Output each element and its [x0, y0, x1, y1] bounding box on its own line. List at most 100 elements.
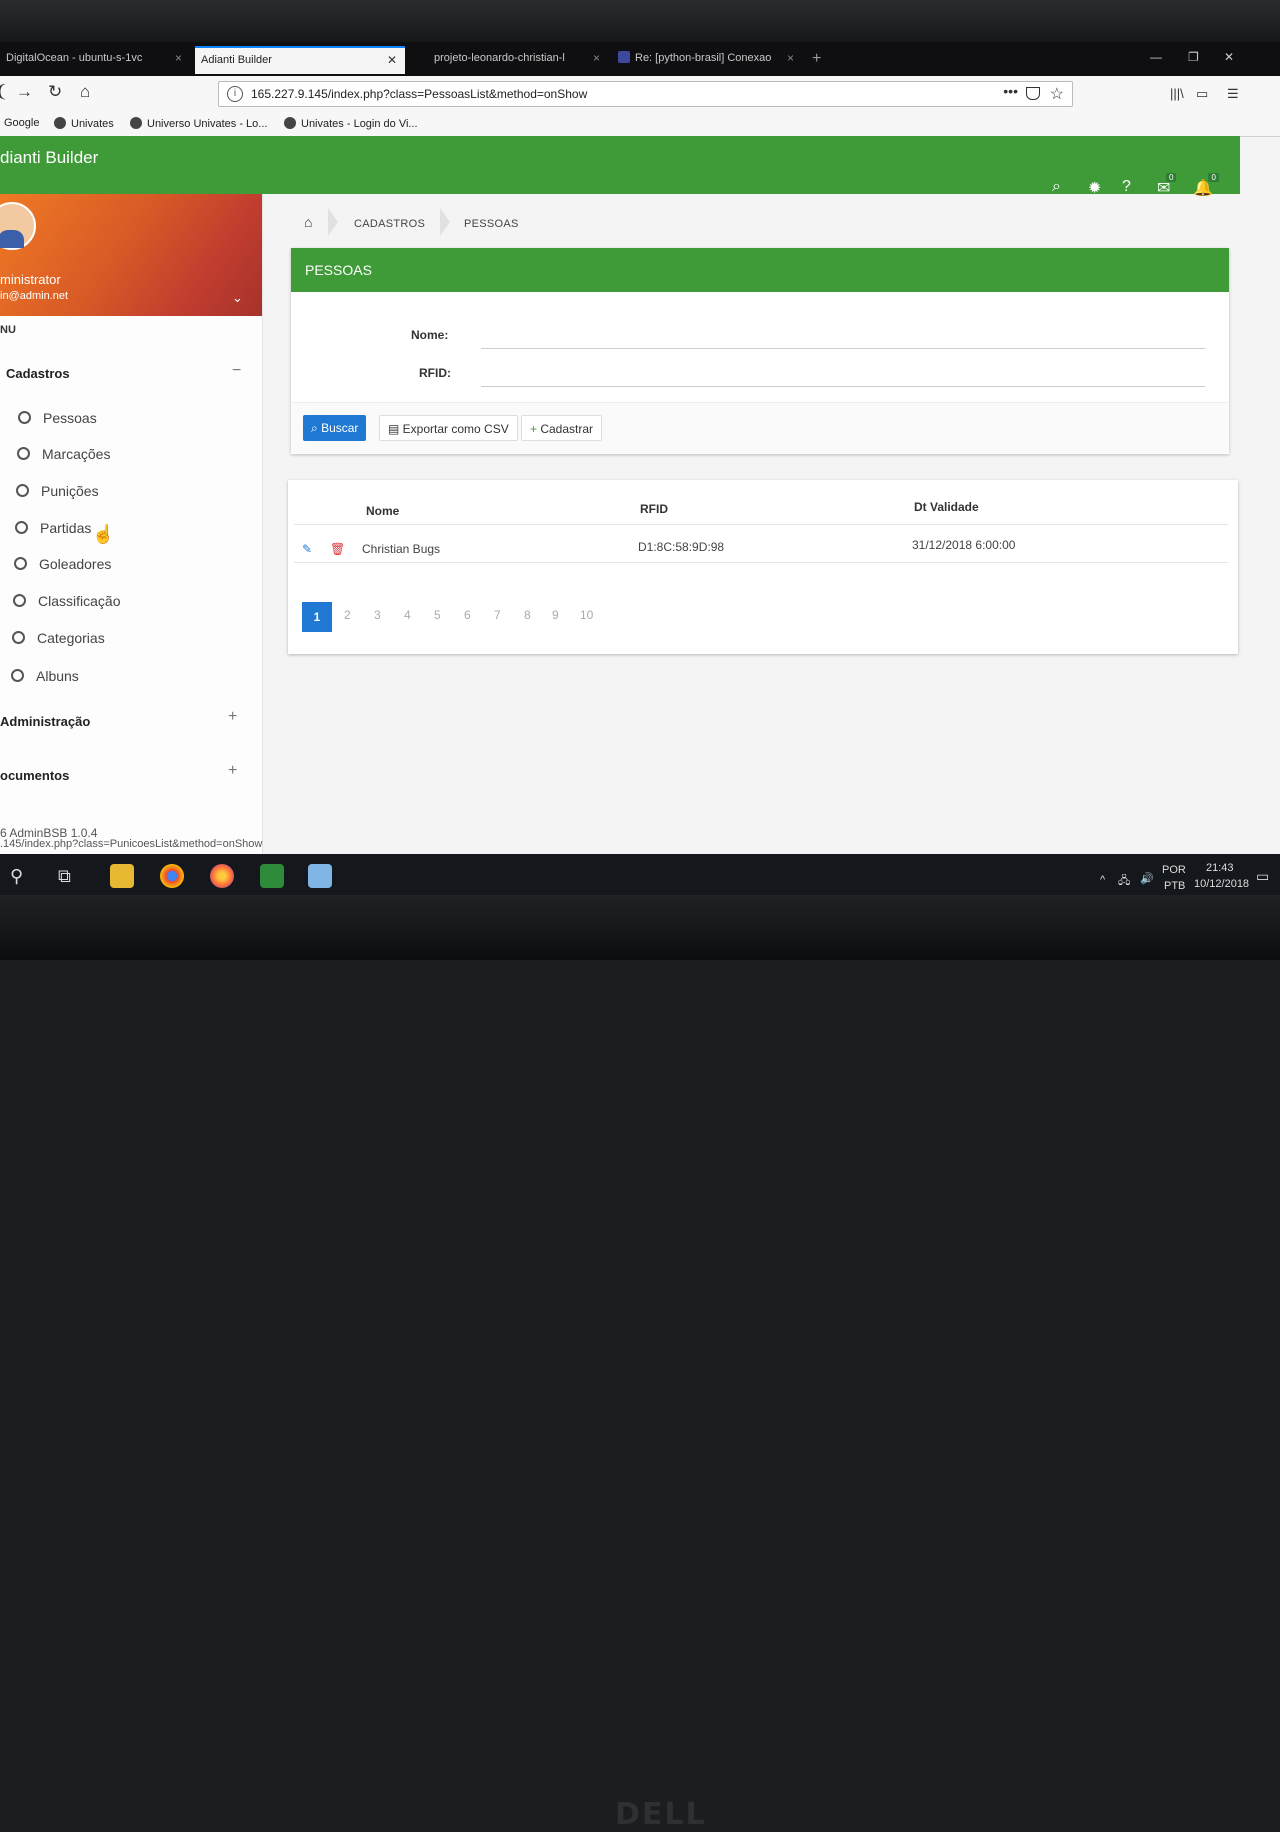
restore-icon[interactable]: ❐ [1188, 50, 1199, 64]
input-language[interactable]: POR [1162, 864, 1186, 876]
bookmark-universo-univates[interactable]: Universo Univates - Lo... [130, 117, 267, 130]
gear-icon[interactable]: ✹ [1088, 178, 1101, 198]
terminal-app-icon[interactable] [260, 864, 284, 888]
chevron-down-icon[interactable]: ⌄ [232, 290, 243, 306]
page-link[interactable]: 9 [552, 608, 559, 622]
volume-icon[interactable]: 🔊 [1140, 872, 1154, 885]
page-link[interactable]: 5 [434, 608, 441, 622]
home-icon[interactable]: ⌂ [80, 82, 90, 102]
chevron-up-icon[interactable]: ^ [1100, 874, 1105, 886]
breadcrumb-cadastros[interactable]: CADASTROS [354, 218, 425, 230]
avatar [0, 202, 36, 250]
search-icon[interactable]: ⌕ [1052, 178, 1061, 196]
back-icon[interactable]: ❨ [0, 82, 8, 102]
sidebar-group-cadastros[interactable]: Cadastros [6, 366, 70, 381]
collapse-icon[interactable]: − [232, 362, 241, 380]
bell-icon[interactable]: 🔔 0 [1193, 173, 1219, 198]
notifications-icon[interactable]: ▭ [1256, 868, 1269, 885]
page-link[interactable]: 10 [580, 608, 593, 622]
network-icon[interactable]: 🖧 [1118, 872, 1130, 891]
trash-icon[interactable]: 🗑 [330, 542, 345, 556]
browser-tab[interactable]: Re: [python-brasil] Conexao × [612, 46, 802, 74]
page-link[interactable]: 7 [494, 608, 501, 622]
edit-icon[interactable]: ✎ [302, 542, 312, 556]
search-button[interactable]: ⌕ Buscar [303, 415, 367, 441]
envelope-icon[interactable]: ✉ 0 [1157, 173, 1177, 198]
close-icon[interactable]: × [593, 46, 600, 70]
bookmark-google[interactable]: Google [4, 117, 39, 129]
library-icon[interactable]: |||\ [1170, 86, 1184, 101]
breadcrumb-separator [440, 208, 450, 236]
bookmark-star-icon[interactable]: ☆ [1050, 84, 1064, 104]
bookmark-univates[interactable]: Univates [54, 117, 114, 130]
sidebar-toggle-icon[interactable]: ▭ [1196, 86, 1208, 102]
page-link-active[interactable]: 1 [302, 602, 332, 632]
rfid-input[interactable] [481, 362, 1205, 387]
reload-icon[interactable]: ↻ [48, 82, 62, 102]
document-icon: ▤ [388, 422, 403, 436]
search-icon: ⌕ [311, 421, 322, 435]
chrome-icon[interactable] [160, 864, 184, 888]
pocket-icon[interactable] [1026, 87, 1040, 100]
clock-time[interactable]: 21:43 [1206, 862, 1234, 874]
new-tab-icon[interactable]: + [812, 50, 821, 68]
breadcrumb-pessoas[interactable]: PESSOAS [464, 218, 519, 230]
sidebar-group-administracao[interactable]: Administração [0, 714, 90, 729]
browser-tab[interactable]: projeto-leonardo-christian-l × [428, 46, 608, 74]
expand-icon[interactable]: + [228, 762, 237, 780]
minimize-icon[interactable]: — [1150, 50, 1162, 64]
expand-icon[interactable]: + [228, 708, 237, 726]
clock-date[interactable]: 10/12/2018 [1194, 878, 1249, 890]
divider [294, 562, 1228, 563]
url-bar[interactable]: i 165.227.9.145/index.php?class=PessoasL… [218, 81, 1073, 107]
close-icon[interactable]: × [175, 46, 182, 70]
home-icon[interactable]: ⌂ [304, 214, 312, 230]
page-link[interactable]: 2 [344, 608, 351, 622]
sidebar-item-categorias[interactable]: Categorias [12, 630, 105, 646]
page-link[interactable]: 4 [404, 608, 411, 622]
circle-icon [11, 669, 24, 682]
sidebar-group-documentos[interactable]: ocumentos [0, 768, 69, 783]
app-header: dianti Builder ⌕ ✹ ? ✉ 0 🔔 0 [0, 136, 1240, 197]
cell-rfid: D1:8C:58:9D:98 [638, 540, 725, 554]
bookmark-univates-login[interactable]: Univates - Login do Vi... [284, 117, 418, 130]
bookmarks-bar: Google Univates Universo Univates - Lo..… [0, 112, 1280, 137]
column-header-rfid[interactable]: RFID [640, 502, 668, 516]
info-icon[interactable]: i [227, 86, 243, 102]
close-icon[interactable]: × [787, 46, 794, 70]
page-link[interactable]: 6 [464, 608, 471, 622]
column-header-nome[interactable]: Nome [366, 504, 399, 518]
keyboard-layout[interactable]: PTB [1164, 880, 1185, 892]
window-close-icon[interactable]: ✕ [1224, 50, 1234, 64]
sidebar-item-punicoes[interactable]: Punições [16, 483, 99, 499]
sidebar-item-albuns[interactable]: Albuns [11, 668, 79, 684]
browser-tab-active[interactable]: Adianti Builder ✕ [195, 46, 405, 74]
divider [294, 524, 1228, 525]
sidebar-item-partidas[interactable]: Partidas [15, 520, 91, 536]
help-icon[interactable]: ? [1122, 178, 1131, 196]
notepad-icon[interactable] [308, 864, 332, 888]
nome-input[interactable] [481, 324, 1205, 349]
firefox-icon[interactable] [210, 864, 234, 888]
page-link[interactable]: 3 [374, 608, 381, 622]
search-icon[interactable]: ⚲ [10, 866, 23, 887]
task-view-icon[interactable]: ⧉ [58, 866, 71, 887]
forward-icon[interactable]: → [16, 82, 33, 102]
close-icon[interactable]: ✕ [387, 48, 397, 72]
create-button[interactable]: + Cadastrar [521, 415, 603, 441]
hamburger-menu-icon[interactable]: ☰ [1227, 86, 1239, 102]
status-bar-url: .145/index.php?class=PunicoesList&method… [0, 838, 263, 850]
browser-tab[interactable]: DigitalOcean - ubuntu-s-1vc × [0, 46, 190, 74]
sidebar-item-classificacao[interactable]: Classificação [13, 593, 120, 609]
browser-tab-bar: DigitalOcean - ubuntu-s-1vc × Adianti Bu… [0, 42, 1280, 76]
app-title[interactable]: dianti Builder [0, 148, 98, 168]
export-csv-button[interactable]: ▤ Exportar como CSV [379, 415, 518, 441]
sidebar-item-goleadores[interactable]: Goleadores [14, 556, 111, 572]
sidebar-item-marcacoes[interactable]: Marcações [17, 446, 110, 462]
page-link[interactable]: 8 [524, 608, 531, 622]
column-header-dt-validade[interactable]: Dt Validade [914, 500, 979, 514]
search-form-card: PESSOAS Nome: RFID: ⌕ Buscar ▤ Exportar … [291, 248, 1229, 454]
page-actions-icon[interactable]: ••• [1003, 83, 1018, 99]
file-explorer-icon[interactable] [110, 864, 134, 888]
sidebar-item-pessoas[interactable]: Pessoas [18, 410, 97, 426]
